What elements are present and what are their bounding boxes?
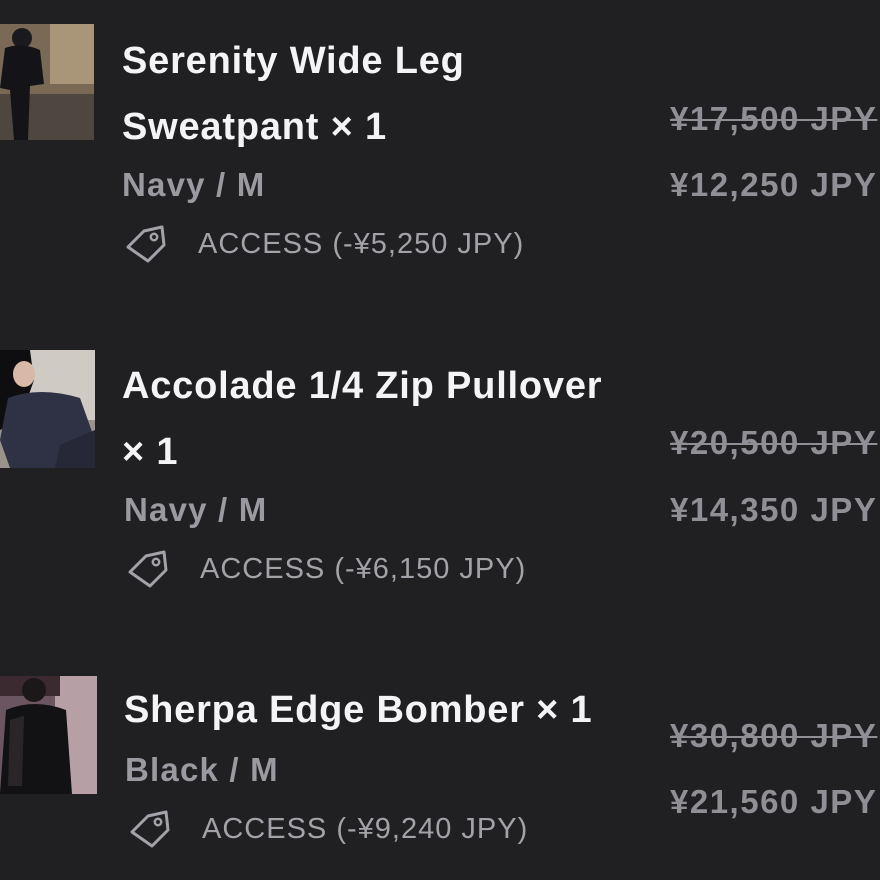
tag-icon: [130, 810, 170, 848]
product-title[interactable]: Sherpa Edge Bomber × 1: [124, 677, 674, 743]
original-price: ¥17,500 JPY: [670, 100, 878, 137]
variant-label: Navy / M: [122, 166, 266, 203]
sale-price: ¥12,250 JPY: [670, 166, 878, 203]
discount-row: ACCESS (-¥6,150 JPY): [126, 547, 526, 591]
product-title[interactable]: Serenity Wide Leg Sweatpant × 1: [122, 28, 672, 160]
title-line: Accolade 1/4 Zip Pullover: [122, 365, 603, 407]
original-price: ¥30,800 JPY: [670, 717, 878, 754]
sale-price: ¥21,560 JPY: [670, 783, 878, 820]
sale-price: ¥14,350 JPY: [670, 491, 878, 528]
title-line: Serenity Wide Leg: [122, 40, 465, 82]
product-image: [0, 350, 95, 468]
variant-label: Black / M: [125, 751, 279, 788]
discount-label: ACCESS (-¥5,250 JPY): [198, 227, 525, 260]
title-line: Sherpa Edge Bomber × 1: [124, 689, 593, 731]
product-image: [0, 24, 94, 140]
product-thumbnail[interactable]: [0, 24, 94, 140]
tag-icon: [126, 225, 166, 263]
tag-icon: [128, 550, 168, 588]
product-title[interactable]: Accolade 1/4 Zip Pullover × 1: [122, 353, 672, 485]
discount-row: ACCESS (-¥9,240 JPY): [128, 807, 528, 851]
product-thumbnail[interactable]: [0, 676, 97, 794]
discount-label: ACCESS (-¥9,240 JPY): [202, 812, 529, 845]
original-price: ¥20,500 JPY: [670, 424, 878, 461]
title-line: Sweatpant × 1: [122, 106, 387, 148]
title-line: × 1: [122, 431, 179, 473]
discount-label: ACCESS (-¥6,150 JPY): [200, 552, 527, 585]
variant-label: Navy / M: [124, 491, 268, 528]
product-thumbnail[interactable]: [0, 350, 95, 468]
discount-row: ACCESS (-¥5,250 JPY): [124, 222, 524, 266]
product-image: [0, 676, 97, 794]
